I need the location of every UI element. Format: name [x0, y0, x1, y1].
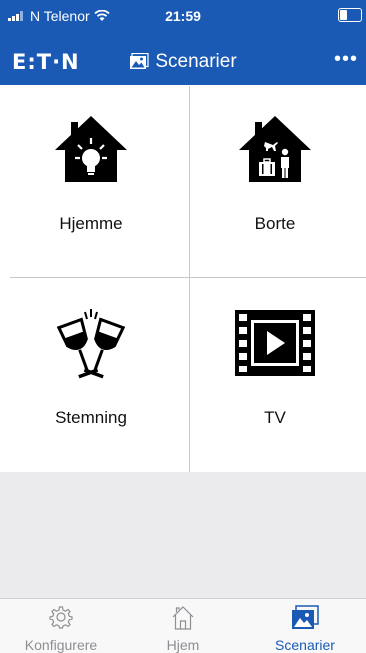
scene-tv[interactable]: TV: [184, 280, 366, 472]
gear-icon: [0, 605, 122, 629]
status-bar: N Telenor 21:59: [0, 0, 366, 40]
grid-divider-horizontal: [10, 277, 366, 278]
home-away-icon: [184, 114, 366, 184]
page-title: Scenarier: [0, 51, 366, 73]
scenes-icon: [244, 605, 366, 629]
tab-label: Scenarier: [275, 637, 335, 653]
wine-glasses-icon: [0, 308, 182, 379]
status-time: 21:59: [165, 8, 201, 24]
tab-label: Hjem: [166, 637, 200, 653]
grid-divider-vertical: [189, 86, 190, 472]
scene-grid: Hjemme Borte Stemning TV: [0, 86, 366, 472]
scenes-icon: [130, 53, 149, 69]
scene-label: TV: [264, 408, 286, 427]
scene-label: Borte: [254, 214, 296, 233]
scene-stemning[interactable]: Stemning: [0, 280, 182, 472]
house-icon: [122, 605, 244, 630]
more-button[interactable]: •••: [334, 49, 358, 69]
home-lightbulb-icon: [0, 114, 182, 184]
tab-label: Konfigurere: [24, 637, 98, 653]
tab-konfigurere[interactable]: Konfigurere: [0, 599, 122, 653]
scene-label: Hjemme: [59, 214, 123, 233]
scene-label: Stemning: [55, 408, 127, 427]
scene-hjemme[interactable]: Hjemme: [0, 86, 182, 278]
tab-bar: Konfigurere Hjem Scenarier: [0, 598, 366, 653]
tab-scenarier[interactable]: Scenarier: [244, 599, 366, 653]
film-play-icon: [184, 308, 366, 378]
scene-borte[interactable]: Borte: [184, 86, 366, 278]
empty-area: [0, 472, 366, 598]
page-title-text: Scenarier: [155, 51, 237, 72]
tab-hjem[interactable]: Hjem: [122, 599, 244, 653]
nav-bar: E:T·N Scenarier •••: [0, 40, 366, 85]
battery-icon: [338, 8, 362, 22]
